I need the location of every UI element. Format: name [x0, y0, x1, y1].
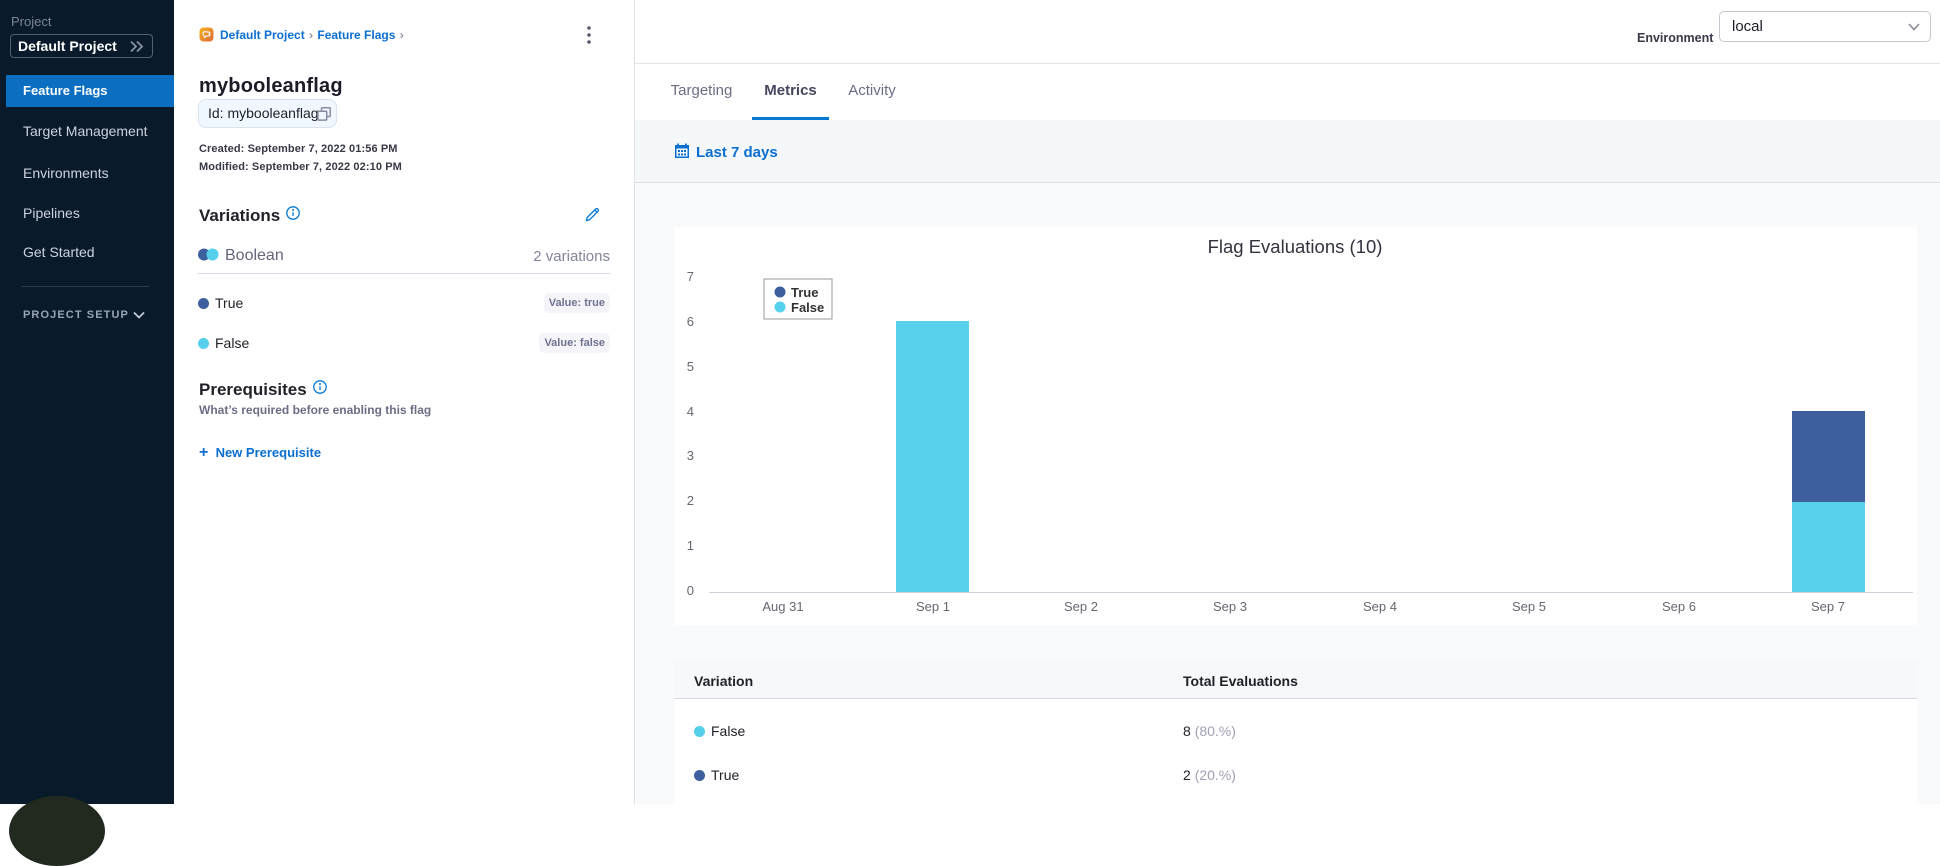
svg-text:Sep 6: Sep 6 — [1662, 599, 1696, 614]
svg-text:5: 5 — [687, 359, 694, 374]
svg-text:True: True — [791, 285, 818, 300]
svg-text:Sep 4: Sep 4 — [1363, 599, 1397, 614]
svg-text:7: 7 — [687, 269, 694, 284]
svg-text:False: False — [791, 300, 824, 315]
svg-text:4: 4 — [687, 404, 694, 419]
svg-text:3: 3 — [687, 448, 694, 463]
svg-text:Sep 1: Sep 1 — [916, 599, 950, 614]
svg-text:Sep 7: Sep 7 — [1811, 599, 1845, 614]
svg-text:0: 0 — [687, 583, 694, 598]
svg-text:Aug 31: Aug 31 — [762, 599, 803, 614]
svg-text:1: 1 — [687, 538, 694, 553]
svg-text:Flag Evaluations (10): Flag Evaluations (10) — [1208, 236, 1383, 257]
svg-text:6: 6 — [687, 314, 694, 329]
svg-text:Sep 3: Sep 3 — [1213, 599, 1247, 614]
svg-text:Sep 5: Sep 5 — [1512, 599, 1546, 614]
svg-text:Sep 2: Sep 2 — [1064, 599, 1098, 614]
svg-text:2: 2 — [687, 493, 694, 508]
